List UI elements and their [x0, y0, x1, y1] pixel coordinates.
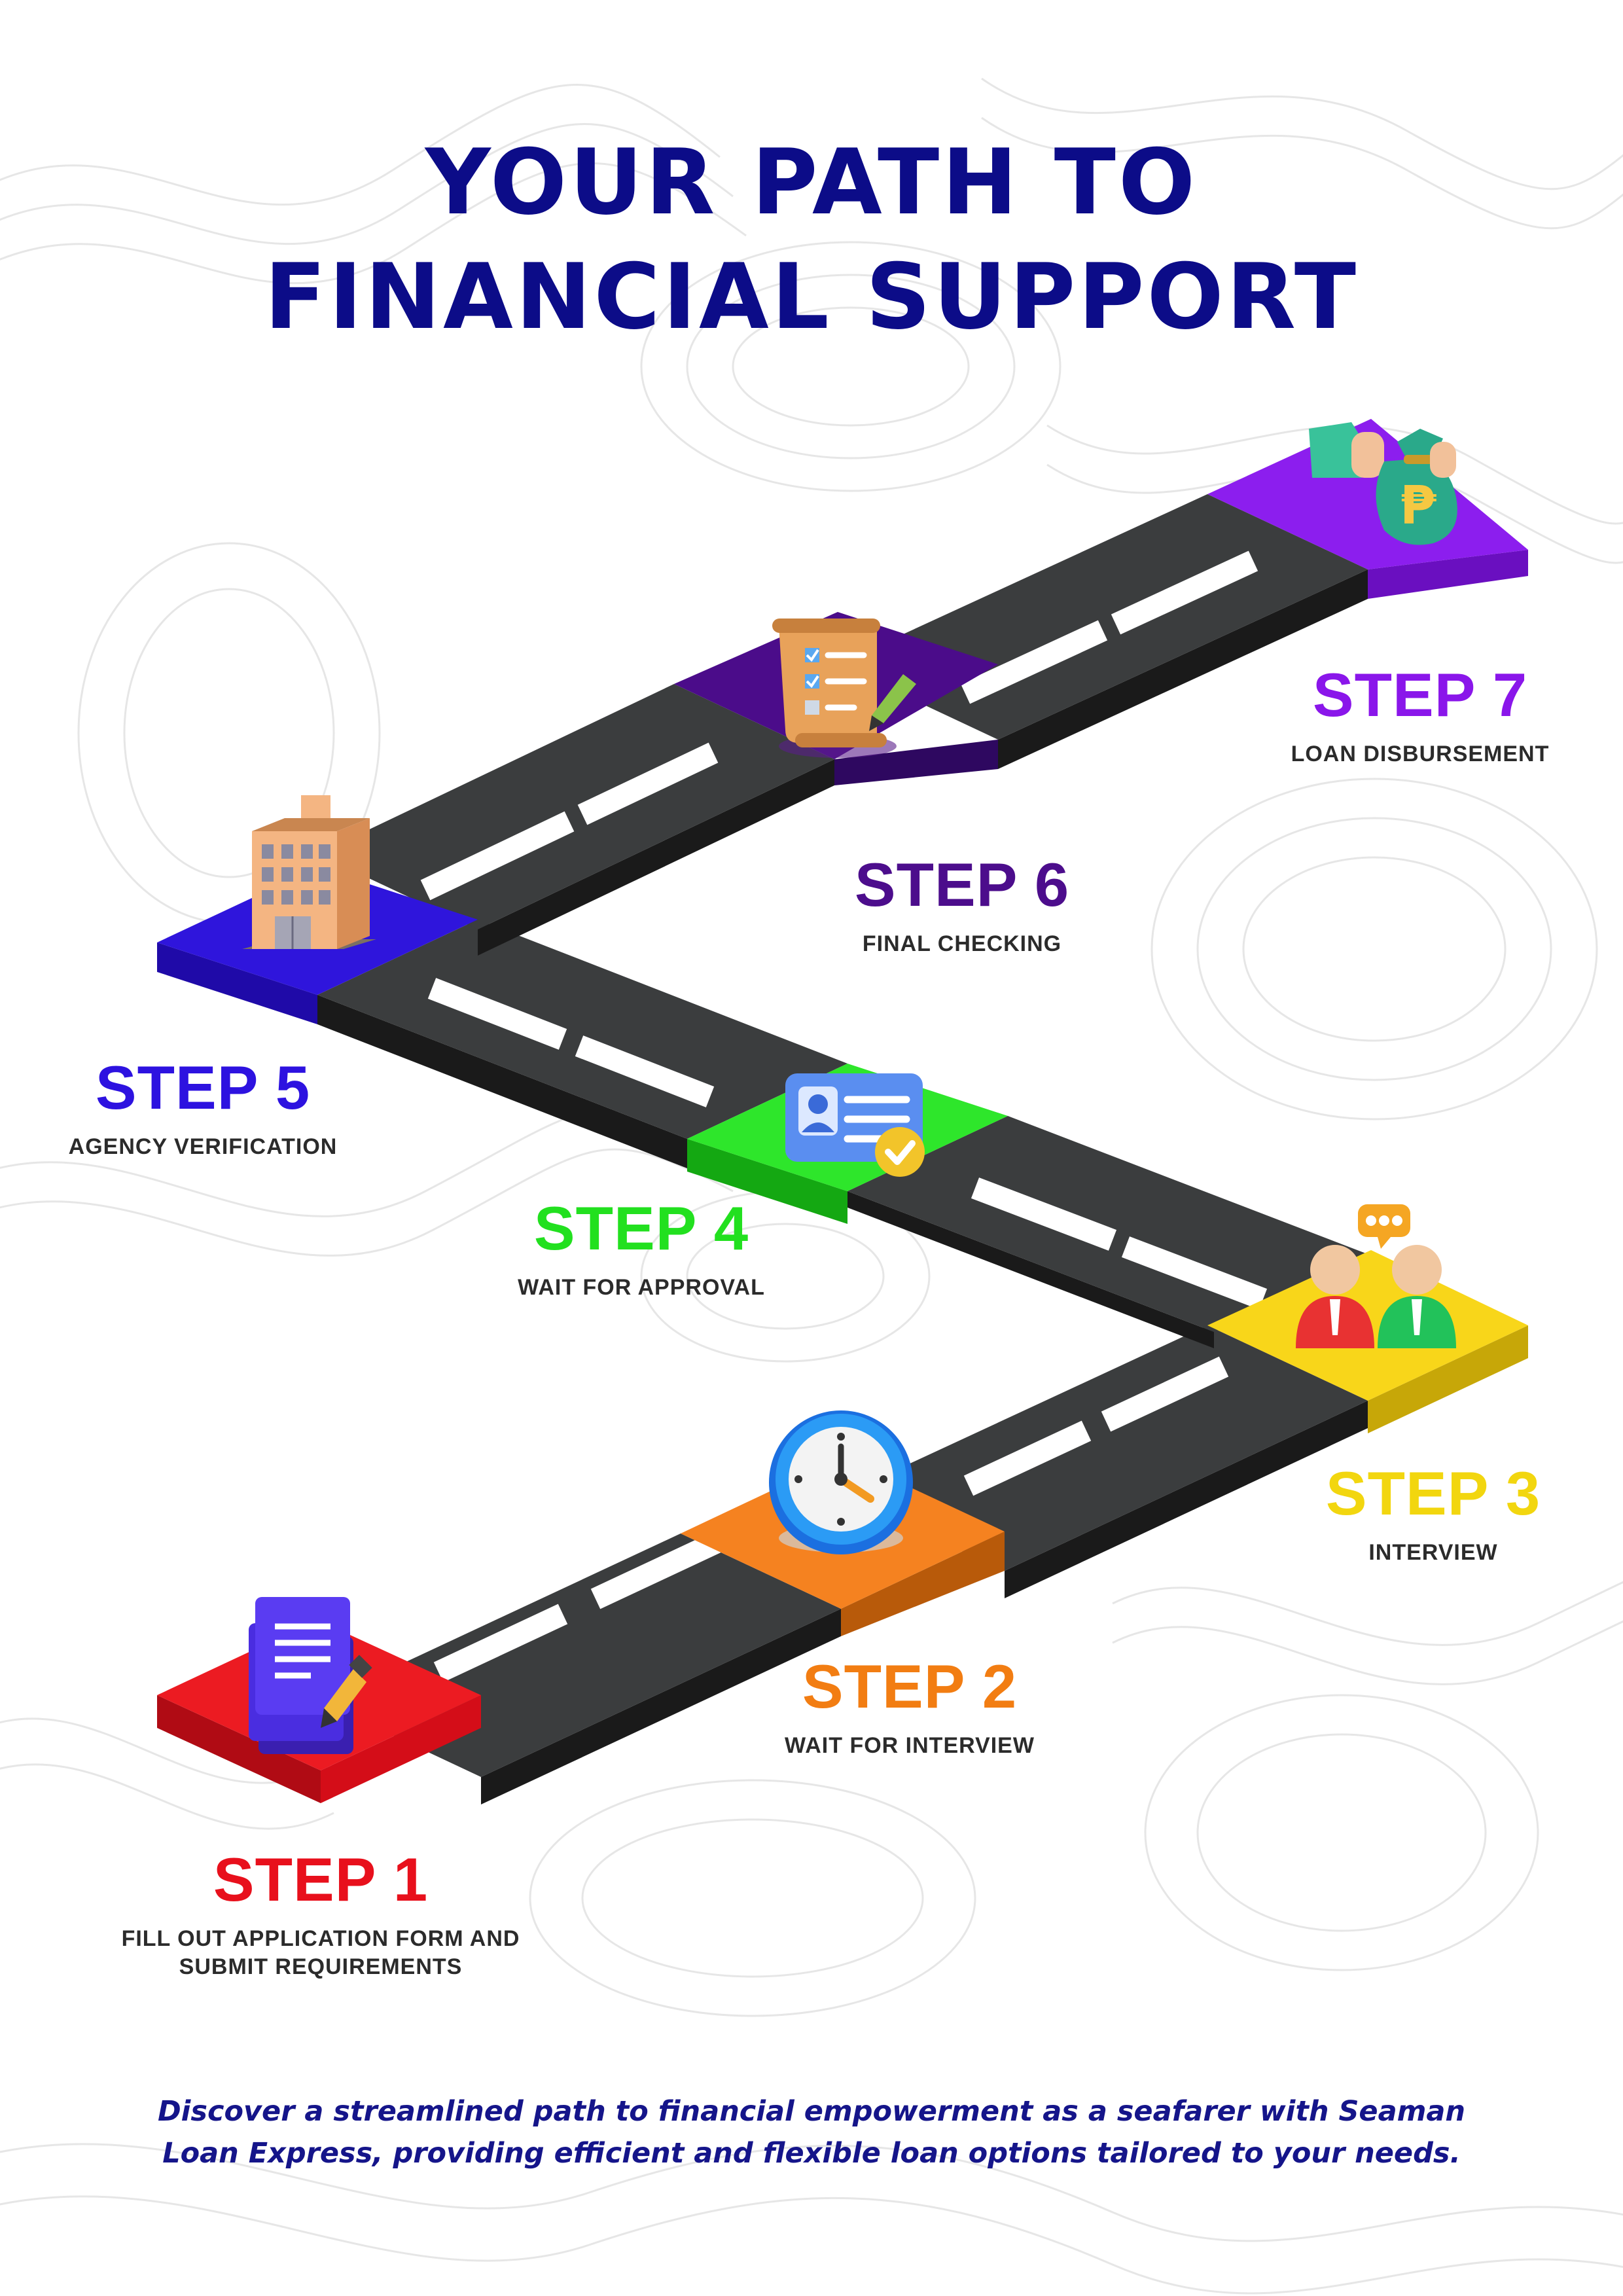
step-7-label: STEP 7 LOAN DISBURSEMENT [1250, 664, 1590, 768]
step-3-description: INTERVIEW [1368, 1540, 1498, 1565]
svg-text:₱: ₱ [1400, 475, 1436, 536]
clock-icon [769, 1410, 913, 1554]
tagline-line-1: Discover a streamlined path to financial… [157, 2095, 1466, 2128]
step-4-description: WAIT FOR APPROVAL [518, 1275, 765, 1300]
tagline: Discover a streamlined path to financial… [92, 2091, 1531, 2174]
step-1-label: STEP 1 FILL OUT APPLICATION FORM AND SUB… [98, 1849, 543, 1981]
step-2-title: STEP 2 [802, 1652, 1018, 1721]
step-5-label: STEP 5 AGENCY VERIFICATION [39, 1057, 366, 1161]
step-5-title: STEP 5 [95, 1053, 311, 1122]
step-3-title: STEP 3 [1325, 1459, 1541, 1528]
step-6-label: STEP 6 FINAL CHECKING [798, 854, 1126, 958]
step-4-label: STEP 4 WAIT FOR APPROVAL [458, 1198, 825, 1302]
people-chat-icon [1296, 1204, 1456, 1348]
document-pencil-icon [249, 1597, 372, 1754]
step-4-title: STEP 4 [533, 1194, 749, 1263]
tagline-line-2: Loan Express, providing efficient and fl… [162, 2136, 1461, 2170]
step-7-title: STEP 7 [1312, 660, 1528, 729]
building-icon [242, 795, 376, 949]
step-1-description: FILL OUT APPLICATION FORM AND SUBMIT REQ… [121, 1926, 520, 1979]
step-6-title: STEP 6 [854, 850, 1070, 919]
step-6-description: FINAL CHECKING [862, 931, 1062, 956]
step-3-label: STEP 3 INTERVIEW [1276, 1463, 1590, 1567]
step-7-description: LOAN DISBURSEMENT [1291, 742, 1550, 766]
money-bag-hand-icon: ₱ [1309, 422, 1457, 545]
step-1-title: STEP 1 [213, 1845, 429, 1914]
step-5-description: AGENCY VERIFICATION [68, 1134, 338, 1159]
step-2-label: STEP 2 WAIT FOR INTERVIEW [740, 1656, 1080, 1760]
step-2-description: WAIT FOR INTERVIEW [785, 1733, 1035, 1758]
checklist-scroll-icon [772, 619, 916, 758]
page-title-line-2: FINANCIAL SUPPORT [264, 244, 1359, 350]
id-card-check-icon [785, 1073, 925, 1177]
page-title-line-1: YOUR PATH TO [425, 130, 1198, 235]
